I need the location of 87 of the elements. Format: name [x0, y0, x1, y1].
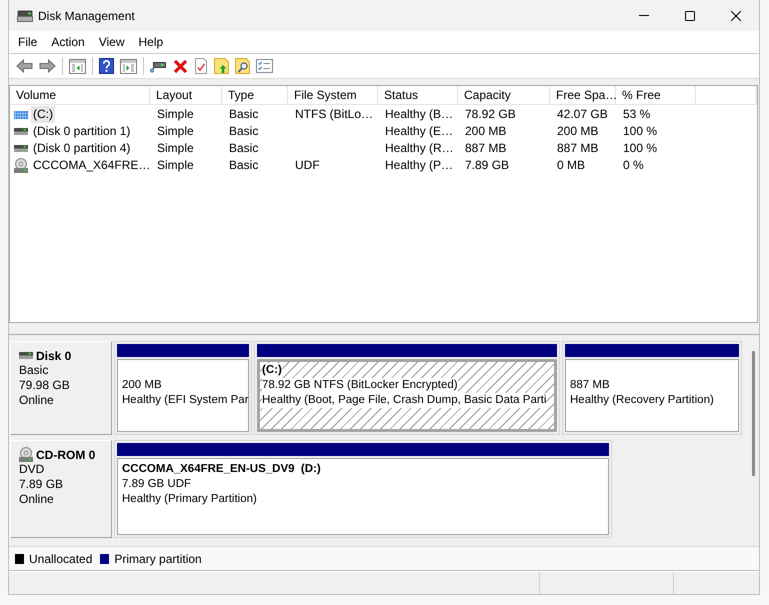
table-cell[interactable]: (Disk 0 partition 4) — [31, 140, 132, 157]
table-cell: Basic — [229, 106, 258, 123]
cd-drive-icon — [14, 158, 28, 173]
table-cell: Healthy (P… — [385, 157, 454, 174]
column-header[interactable]: Layout — [150, 86, 222, 104]
disk-type: DVD — [19, 462, 44, 477]
maximize-icon — [685, 10, 695, 20]
table-cell: Simple — [157, 157, 194, 174]
table-cell[interactable]: (C:) — [31, 106, 55, 123]
partition-text: Healthy (EFI System Par — [122, 393, 249, 408]
partition-title: (C:) — [262, 363, 282, 378]
column-header[interactable]: File System — [288, 86, 378, 104]
column-header[interactable]: Capacity — [458, 86, 550, 104]
column-header[interactable]: Status — [378, 86, 458, 104]
partition-text: Healthy (Recovery Partition) — [570, 393, 714, 408]
table-cell: Basic — [229, 140, 258, 157]
table-cell: Simple — [157, 123, 194, 140]
table-cell[interactable]: (Disk 0 partition 1) — [31, 123, 132, 140]
partition-text: Healthy (Primary Partition) — [122, 492, 257, 507]
window-title: Disk Management — [38, 8, 135, 22]
partition-block[interactable]: 200 MB Healthy (EFI System Par — [114, 341, 252, 435]
disk-type: Basic — [19, 363, 48, 378]
table-cell: 53 % — [623, 106, 650, 123]
legend-label: Primary partition — [114, 552, 202, 566]
delete-icon[interactable] — [173, 58, 188, 74]
table-cell: 887 MB — [557, 140, 598, 157]
partition-text: 200 MB — [122, 378, 162, 393]
help-icon[interactable] — [99, 58, 114, 74]
table-cell: Basic — [229, 123, 258, 140]
striped-drive-icon — [14, 110, 28, 118]
disk-name: Disk 0 — [36, 348, 72, 362]
column-header[interactable]: Volume — [10, 86, 150, 104]
disk-status: Online — [19, 393, 54, 408]
disk-status: Online — [19, 492, 54, 507]
menu-item[interactable]: Action — [44, 32, 92, 52]
close-icon — [731, 10, 741, 20]
cd-drive-icon — [19, 447, 33, 462]
partition-title: CCCOMA_X64FRE_EN-US_DV9 (D:) — [122, 462, 321, 477]
forward-arrow-icon[interactable] — [39, 59, 56, 73]
document-check-icon[interactable] — [194, 58, 208, 74]
drive-icon — [14, 145, 28, 152]
table-cell: Simple — [157, 140, 194, 157]
menu-item[interactable]: File — [11, 32, 44, 52]
drive-icon — [19, 352, 33, 359]
table-cell: 887 MB — [465, 140, 506, 157]
table-cell: 78.92 GB — [465, 106, 516, 123]
disk-drive-icon — [17, 10, 33, 22]
column-header[interactable]: % Free — [616, 86, 696, 104]
partition-text: 78.92 GB NTFS (BitLocker Encrypted) — [262, 378, 458, 393]
partition-text: Healthy (Boot, Page File, Crash Dump, Basic Data Parti — [262, 393, 546, 408]
disk-size: 7.89 GB — [19, 477, 64, 492]
partition-block[interactable]: 887 MB Healthy (Recovery Partition) — [562, 341, 742, 435]
partition-text: 7.89 GB UDF — [122, 477, 192, 492]
table-cell: Healthy (R… — [385, 140, 454, 157]
table-cell: 0 % — [623, 157, 644, 174]
table-cell: Healthy (E… — [385, 123, 454, 140]
menu-item[interactable]: Help — [132, 32, 170, 52]
column-header[interactable]: Free Spa… — [550, 86, 616, 104]
scrollbar-thumb[interactable] — [752, 351, 754, 476]
partition-block[interactable]: CCCOMA_X64FRE_EN-US_DV9 (D:) 7.89 GB UDF Healthy (Primary Partition) — [114, 440, 612, 538]
table-cell: 200 MB — [465, 123, 506, 140]
table-cell: UDF — [295, 157, 320, 174]
table-cell: 200 MB — [557, 123, 598, 140]
legend-label: Unallocated — [29, 552, 92, 566]
drive-icon — [14, 128, 28, 135]
table-cell[interactable]: CCCOMA_X64FRE… — [31, 157, 152, 174]
table-cell: 7.89 GB — [465, 157, 510, 174]
drive-cable-icon[interactable] — [150, 59, 167, 73]
column-header[interactable]: Type — [222, 86, 288, 104]
folder-up-arrow-icon[interactable] — [214, 58, 229, 74]
table-cell: 42.07 GB — [557, 106, 608, 123]
menu-item[interactable]: View — [92, 32, 132, 52]
table-cell: NTFS (BitLo… — [295, 106, 374, 123]
table-cell: 0 MB — [557, 157, 586, 174]
disk-size: 79.98 GB — [19, 378, 70, 393]
folder-search-icon[interactable] — [235, 58, 250, 74]
minimize-icon — [639, 15, 649, 16]
table-cell: Healthy (B… — [385, 106, 454, 123]
partition-block[interactable]: (C:) 78.92 GB NTFS (BitLocker Encrypted) Healthy (Boot, Page File, Crash Dump, Basic Data Parti — [254, 341, 560, 435]
checklist-icon[interactable] — [256, 59, 273, 73]
table-cell: 100 % — [623, 123, 658, 140]
partition-text: 887 MB — [570, 378, 610, 393]
table-cell: 100 % — [623, 140, 658, 157]
back-arrow-icon[interactable] — [16, 59, 33, 73]
table-cell: Simple — [157, 106, 194, 123]
table-cell: Basic — [229, 157, 258, 174]
disk-name: CD-ROM 0 — [36, 448, 96, 462]
